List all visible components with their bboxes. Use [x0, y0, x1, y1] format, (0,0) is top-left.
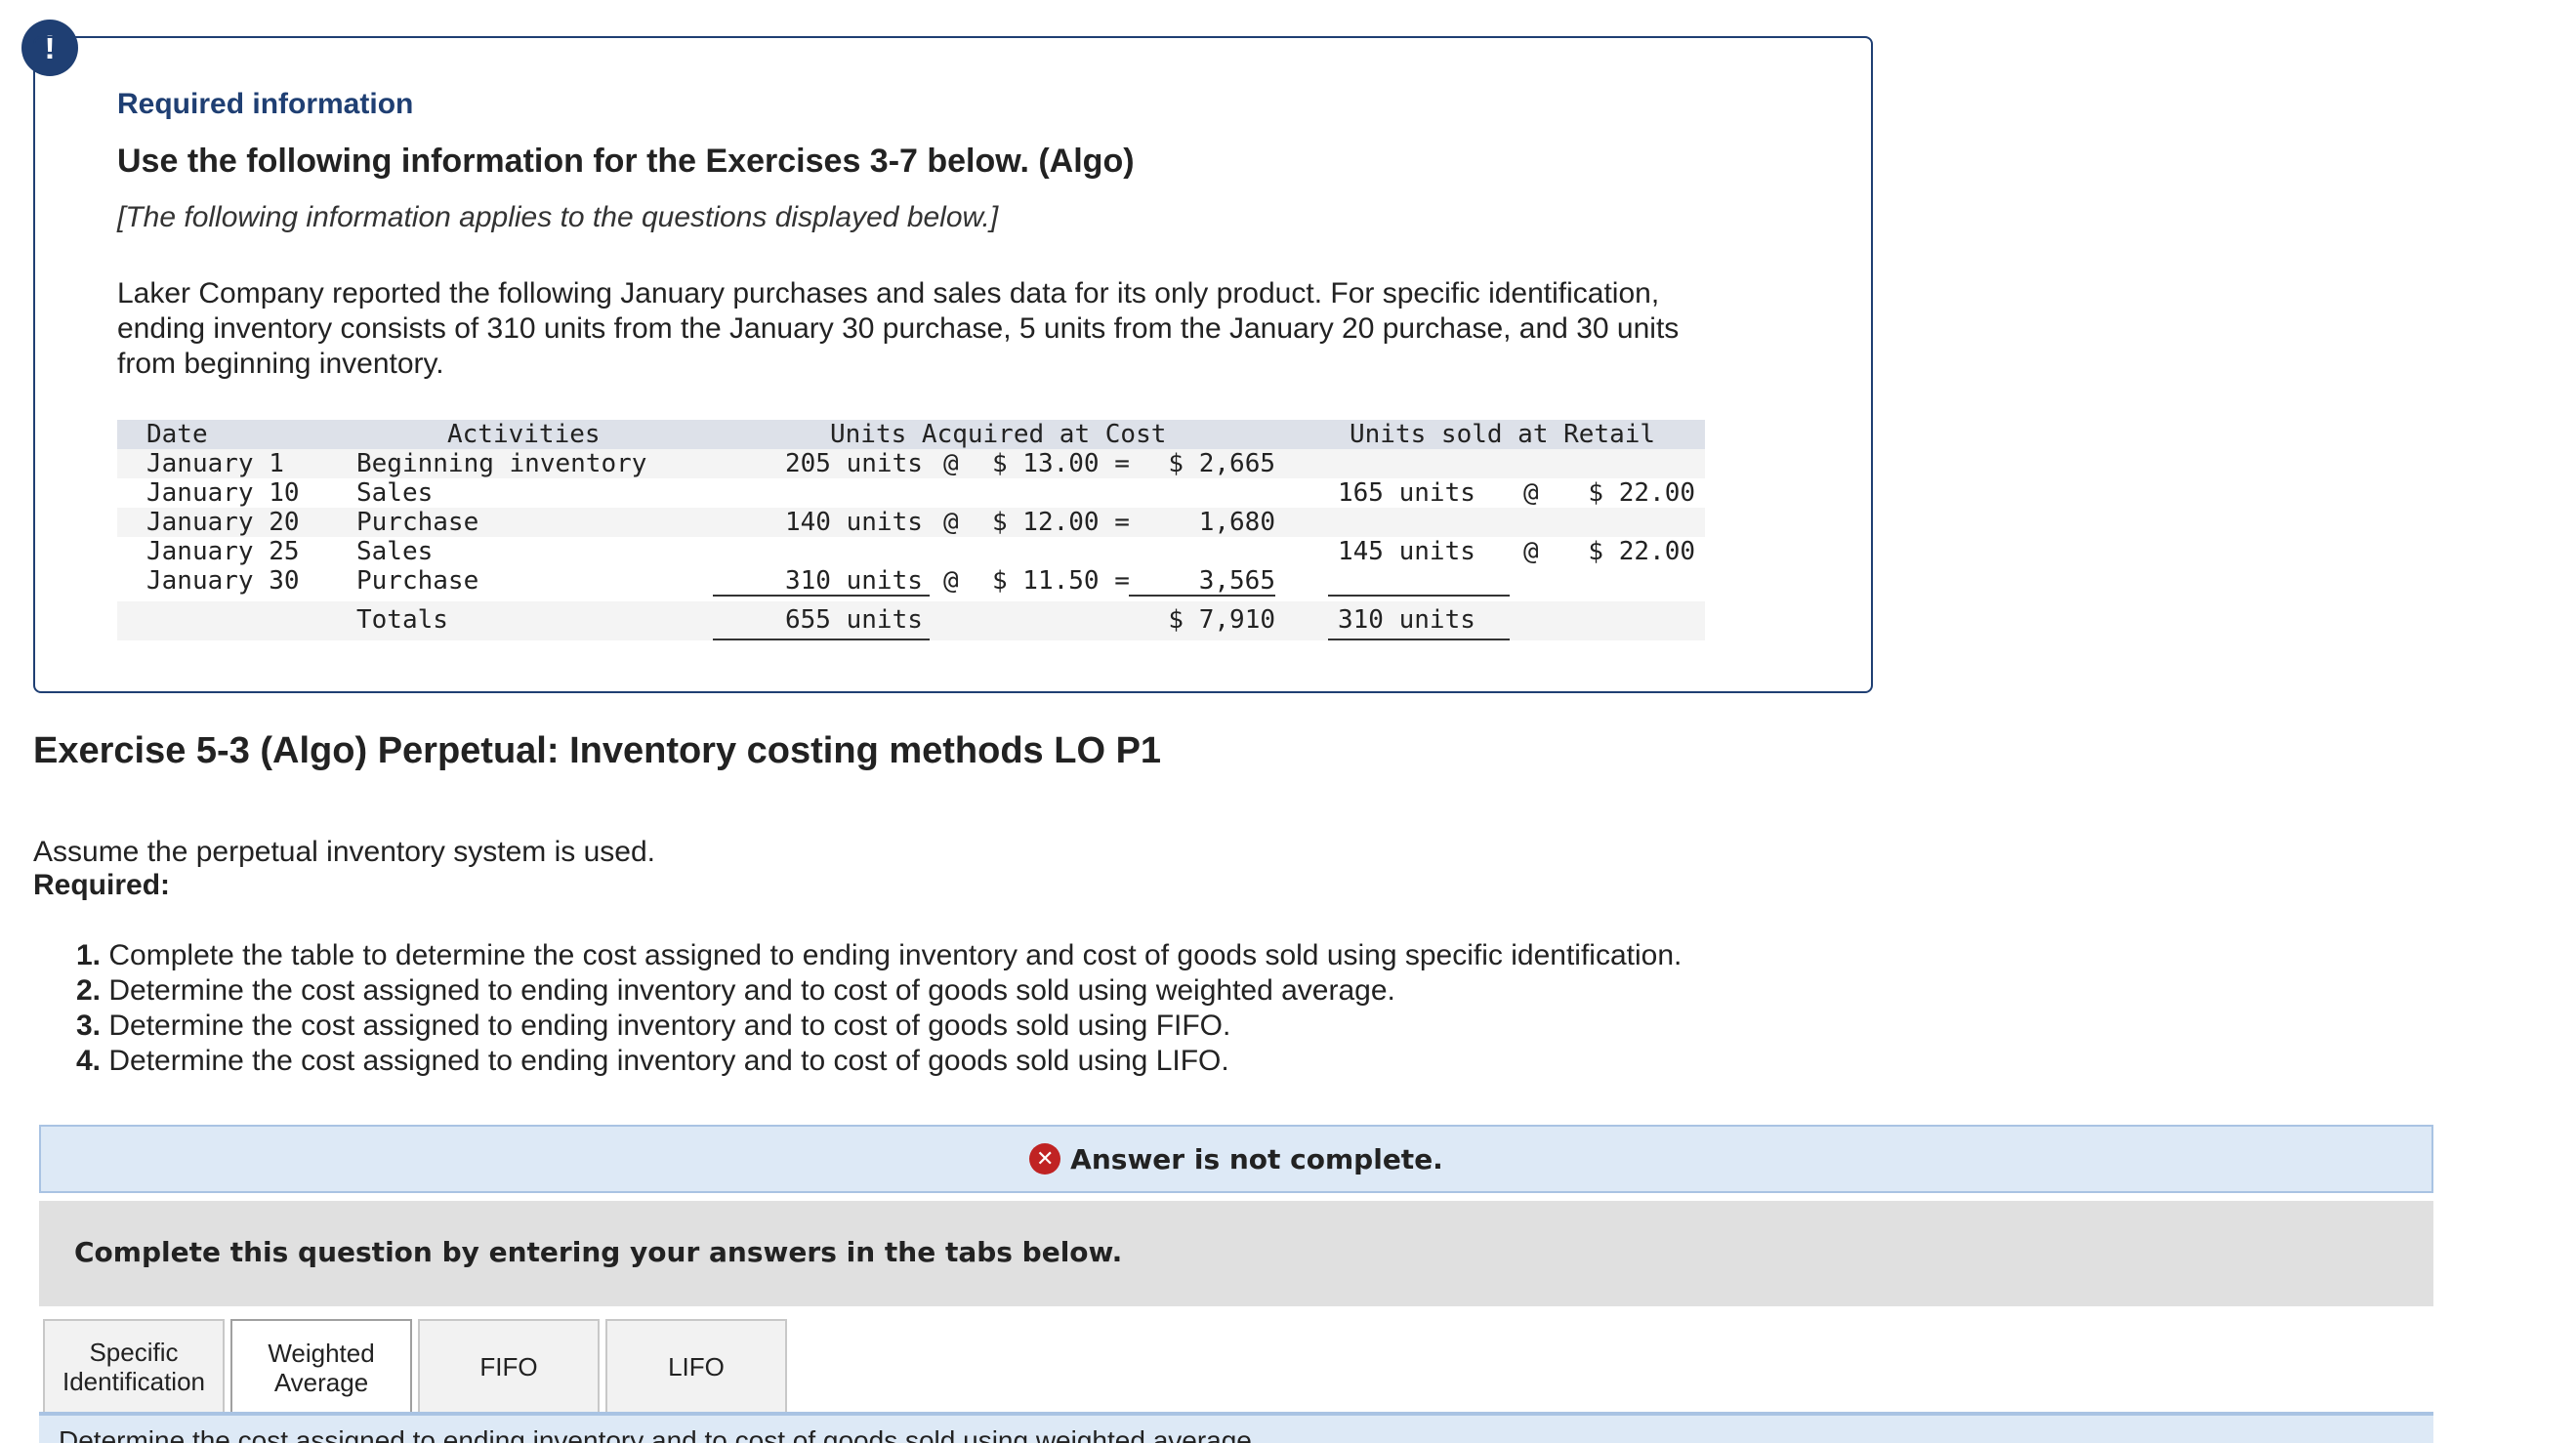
- header-activities: Activities: [447, 420, 601, 449]
- totals-acq-total: $ 7,910: [1168, 605, 1275, 635]
- inventory-data-table: Date Activities Units Acquired at Cost U…: [117, 420, 1705, 644]
- row-date: January 20: [146, 508, 300, 537]
- row-acq-at: @: [943, 449, 959, 478]
- list-item: 3. Determine the cost assigned to ending…: [76, 1009, 1682, 1044]
- subtotal-underline: [713, 595, 930, 597]
- instructions-text: Complete this question by entering your …: [74, 1236, 1123, 1268]
- row-activity: Sales: [356, 478, 434, 508]
- requirement-number: 4.: [76, 1045, 102, 1077]
- total-underline: [713, 639, 930, 640]
- row-acq-at: @: [943, 508, 959, 537]
- requirement-number: 1.: [76, 939, 102, 971]
- list-item: 4. Determine the cost assigned to ending…: [76, 1044, 1682, 1079]
- row-acq-units: 205 units: [785, 449, 923, 478]
- exercise-title: Exercise 5-3 (Algo) Perpetual: Inventory…: [33, 730, 1162, 771]
- subtotal-underline: [1129, 595, 1275, 597]
- tab-lifo[interactable]: LIFO: [605, 1319, 787, 1413]
- list-item: 1. Complete the table to determine the c…: [76, 938, 1682, 973]
- tab-label-line: Identification: [62, 1367, 205, 1396]
- row-acq-units: 140 units: [785, 508, 923, 537]
- totals-sold-units: 310 units: [1338, 605, 1475, 635]
- row-acq-cost: $ 11.50 =: [992, 566, 1130, 596]
- requirement-text: Complete the table to determine the cost…: [108, 939, 1683, 971]
- requirement-text: Determine the cost assigned to ending in…: [108, 974, 1395, 1007]
- header-units-acquired: Units Acquired at Cost: [830, 420, 1167, 449]
- intro-line-2: ending inventory consists of 310 units f…: [117, 312, 1680, 345]
- tab-instruction-text: Determine the cost assigned to ending in…: [59, 1425, 1260, 1443]
- exercise-info-subheading: Use the following information for the Ex…: [117, 143, 1135, 180]
- row-activity: Purchase: [356, 566, 479, 596]
- tab-label-line: Specific: [89, 1338, 179, 1367]
- intro-paragraph: Laker Company reported the following Jan…: [117, 276, 1777, 382]
- row-acq-total: $ 2,665: [1168, 449, 1275, 478]
- row-date: January 25: [146, 537, 300, 566]
- row-sold-at: @: [1523, 537, 1539, 566]
- row-date: January 30: [146, 566, 300, 596]
- row-sold-price: $ 22.00: [1588, 478, 1695, 508]
- tab-label: LIFO: [668, 1352, 725, 1381]
- totals-acq-units: 655 units: [785, 605, 923, 635]
- list-item: 2. Determine the cost assigned to ending…: [76, 973, 1682, 1009]
- row-date: January 1: [146, 449, 284, 478]
- requirement-text: Determine the cost assigned to ending in…: [108, 1045, 1229, 1077]
- intro-line-3: from beginning inventory.: [117, 348, 444, 380]
- row-sold-units: 145 units: [1338, 537, 1475, 566]
- tab-label: Specific Identification: [62, 1338, 205, 1396]
- requirement-text: Determine the cost assigned to ending in…: [108, 1010, 1231, 1042]
- tab-label-line: Weighted: [268, 1339, 375, 1368]
- assumption-text: Assume the perpetual inventory system is…: [33, 836, 655, 868]
- x-circle-icon: ✕: [1029, 1143, 1061, 1175]
- row-acq-cost: $ 13.00 =: [992, 449, 1130, 478]
- row-activity: Beginning inventory: [356, 449, 647, 478]
- tab-label: Weighted Average: [268, 1339, 374, 1397]
- answer-status-text: Answer is not complete.: [1070, 1142, 1443, 1175]
- row-activity: Purchase: [356, 508, 479, 537]
- row-acq-total: 1,680: [1198, 508, 1275, 537]
- row-sold-at: @: [1523, 478, 1539, 508]
- row-acq-total: 3,565: [1198, 566, 1275, 596]
- requirement-number: 2.: [76, 974, 102, 1007]
- row-date: January 10: [146, 478, 300, 508]
- row-sold-units: 165 units: [1338, 478, 1475, 508]
- intro-line-1: Laker Company reported the following Jan…: [117, 277, 1660, 309]
- instructions-box: Complete this question by entering your …: [39, 1201, 2433, 1306]
- tab-label-line: Average: [273, 1368, 369, 1397]
- applies-note: [The following information applies to th…: [117, 201, 999, 233]
- row-activity: Sales: [356, 537, 434, 566]
- requirements-list: 1. Complete the table to determine the c…: [76, 938, 1682, 1079]
- tab-content-panel: Determine the cost assigned to ending in…: [39, 1416, 2433, 1443]
- requirement-number: 3.: [76, 1010, 102, 1042]
- tab-weighted-average[interactable]: Weighted Average: [230, 1319, 412, 1415]
- tab-specific-identification[interactable]: Specific Identification: [43, 1319, 225, 1413]
- subtotal-underline: [1328, 595, 1510, 597]
- row-acq-at: @: [943, 566, 959, 596]
- required-label: Required:: [33, 869, 171, 901]
- tab-fifo[interactable]: FIFO: [418, 1319, 600, 1413]
- tab-label: FIFO: [479, 1352, 538, 1381]
- row-sold-price: $ 22.00: [1588, 537, 1695, 566]
- header-units-sold: Units sold at Retail: [1350, 420, 1656, 449]
- answer-status-banner: ✕ Answer is not complete.: [39, 1125, 2433, 1193]
- total-underline: [1328, 639, 1510, 640]
- row-acq-cost: $ 12.00 =: [992, 508, 1130, 537]
- header-date: Date: [146, 420, 208, 449]
- row-acq-units: 310 units: [785, 566, 923, 596]
- required-info-heading: Required information: [117, 88, 414, 120]
- totals-label: Totals: [356, 605, 448, 635]
